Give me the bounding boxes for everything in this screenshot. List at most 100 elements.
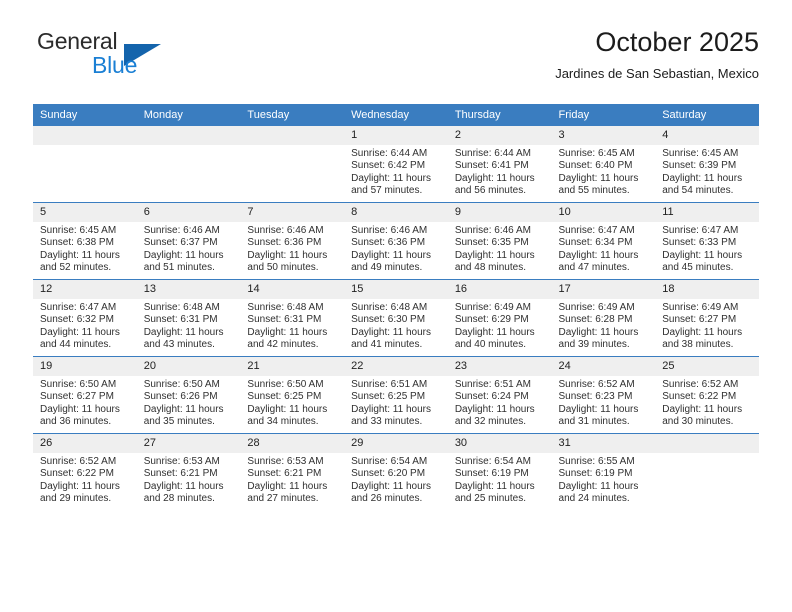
sunrise-text: Sunrise: 6:47 AM bbox=[662, 225, 739, 236]
calendar-day-cell[interactable]: 31 Sunrise: 6:55 AM Sunset: 6:19 PM Dayligh… bbox=[551, 433, 656, 510]
calendar-day-cell[interactable]: 25 Sunrise: 6:52 AM Sunset: 6:22 PM Dayligh… bbox=[655, 356, 759, 434]
sunset-text: Sunset: 6:28 PM bbox=[558, 314, 633, 326]
sunrise-text: Sunrise: 6:49 AM bbox=[454, 302, 531, 313]
sunrise-text: Sunrise: 6:51 AM bbox=[351, 379, 428, 390]
day-number: 31 bbox=[551, 434, 656, 453]
calendar-day-cell[interactable]: 3 Sunrise: 6:45 AM Sunset: 6:40 PM Daylight… bbox=[551, 126, 656, 203]
sunset-text: Sunset: 6:42 PM bbox=[351, 160, 426, 172]
calendar-day-cell[interactable]: 4 Sunrise: 6:45 AM Sunset: 6:39 PM Daylight… bbox=[655, 126, 759, 203]
sunset-text: Sunset: 6:25 PM bbox=[351, 391, 426, 403]
daylight-text-line2: and 25 minutes. bbox=[454, 493, 526, 505]
calendar-day-cell[interactable]: 5 Sunrise: 6:45 AM Sunset: 6:38 PM Daylight… bbox=[33, 202, 137, 280]
sunrise-text: Sunrise: 6:52 AM bbox=[40, 456, 117, 467]
calendar-day-cell[interactable]: 24 Sunrise: 6:52 AM Sunset: 6:23 PM Dayligh… bbox=[551, 356, 656, 434]
calendar-day-cell[interactable]: 23 Sunrise: 6:51 AM Sunset: 6:24 PM Dayligh… bbox=[447, 356, 552, 434]
sunset-text: Sunset: 6:21 PM bbox=[247, 468, 322, 480]
daylight-text-line1: Daylight: 11 hours bbox=[143, 326, 224, 338]
calendar-day-cell[interactable]: 30 Sunrise: 6:54 AM Sunset: 6:19 PM Dayligh… bbox=[447, 433, 552, 510]
sunrise-text: Sunrise: 6:48 AM bbox=[351, 302, 428, 313]
calendar-day-cell[interactable]: 9 Sunrise: 6:46 AM Sunset: 6:35 PM Daylight… bbox=[447, 202, 552, 280]
calendar-week-row: 12 Sunrise: 6:47 AM Sunset: 6:32 PM Dayligh… bbox=[33, 279, 759, 357]
day-details: Sunrise: 6:55 AM Sunset: 6:19 PM Daylight:… bbox=[552, 453, 656, 506]
daylight-text-line1: Daylight: 11 hours bbox=[351, 326, 431, 338]
day-number: 28 bbox=[240, 434, 345, 453]
daylight-text-line1: Daylight: 11 hours bbox=[558, 403, 639, 415]
day-number: 12 bbox=[33, 280, 137, 299]
calendar-day-cell[interactable]: 21 Sunrise: 6:50 AM Sunset: 6:25 PM Dayligh… bbox=[240, 356, 345, 434]
sunrise-text: Sunrise: 6:50 AM bbox=[247, 379, 324, 390]
daylight-text-line1: Daylight: 11 hours bbox=[558, 480, 639, 492]
daylight-text-line1: Daylight: 11 hours bbox=[247, 480, 328, 492]
day-number: 9 bbox=[447, 203, 552, 222]
sunrise-text: Sunrise: 6:50 AM bbox=[40, 379, 117, 390]
calendar-day-cell[interactable]: 18 Sunrise: 6:49 AM Sunset: 6:27 PM Dayligh… bbox=[655, 279, 759, 357]
calendar-day-cell[interactable]: 6 Sunrise: 6:46 AM Sunset: 6:37 PM Daylight… bbox=[136, 202, 241, 280]
day-number: 11 bbox=[655, 203, 759, 222]
daylight-text-line1: Daylight: 11 hours bbox=[454, 326, 535, 338]
day-number: 10 bbox=[551, 203, 656, 222]
calendar-day-cell[interactable]: 15 Sunrise: 6:48 AM Sunset: 6:30 PM Dayligh… bbox=[344, 279, 448, 357]
sunset-text: Sunset: 6:35 PM bbox=[454, 237, 529, 249]
weekday-header-wednesday: Wednesday bbox=[344, 104, 448, 126]
sunset-text: Sunset: 6:36 PM bbox=[247, 237, 322, 249]
daylight-text-line1: Daylight: 11 hours bbox=[40, 480, 120, 492]
daylight-text-line2: and 43 minutes. bbox=[143, 339, 215, 351]
daylight-text-line2: and 39 minutes. bbox=[558, 339, 630, 351]
calendar-day-cell[interactable]: 13 Sunrise: 6:48 AM Sunset: 6:31 PM Dayligh… bbox=[136, 279, 241, 357]
calendar-day-cell[interactable]: 19 Sunrise: 6:50 AM Sunset: 6:27 PM Dayligh… bbox=[33, 356, 137, 434]
calendar-day-cell[interactable]: 12 Sunrise: 6:47 AM Sunset: 6:32 PM Dayligh… bbox=[33, 279, 137, 357]
daylight-text-line1: Daylight: 11 hours bbox=[662, 249, 743, 261]
calendar-day-cell[interactable]: 7 Sunrise: 6:46 AM Sunset: 6:36 PM Daylight… bbox=[240, 202, 345, 280]
daylight-text-line1: Daylight: 11 hours bbox=[143, 403, 224, 415]
calendar-day-cell[interactable]: 29 Sunrise: 6:54 AM Sunset: 6:20 PM Dayligh… bbox=[344, 433, 448, 510]
weekday-header-sunday: Sunday bbox=[33, 104, 137, 126]
calendar-day-cell[interactable]: 16 Sunrise: 6:49 AM Sunset: 6:29 PM Dayligh… bbox=[447, 279, 552, 357]
day-details: Sunrise: 6:44 AM Sunset: 6:41 PM Daylight:… bbox=[448, 145, 552, 198]
sunrise-text: Sunrise: 6:53 AM bbox=[143, 456, 220, 467]
calendar-day-cell[interactable]: 27 Sunrise: 6:53 AM Sunset: 6:21 PM Dayligh… bbox=[136, 433, 241, 510]
day-details: Sunrise: 6:46 AM Sunset: 6:35 PM Daylight:… bbox=[448, 222, 552, 275]
calendar-day-cell[interactable]: 8 Sunrise: 6:46 AM Sunset: 6:36 PM Daylight… bbox=[344, 202, 448, 280]
day-number: 15 bbox=[344, 280, 448, 299]
calendar-day-cell[interactable]: 22 Sunrise: 6:51 AM Sunset: 6:25 PM Dayligh… bbox=[344, 356, 448, 434]
calendar-day-cell[interactable]: 28 Sunrise: 6:53 AM Sunset: 6:21 PM Dayligh… bbox=[240, 433, 345, 510]
day-details: Sunrise: 6:47 AM Sunset: 6:32 PM Daylight:… bbox=[33, 299, 137, 352]
calendar-day-cell[interactable]: 1 Sunrise: 6:44 AM Sunset: 6:42 PM Daylight… bbox=[344, 126, 448, 203]
sunset-text: Sunset: 6:33 PM bbox=[662, 237, 737, 249]
calendar-day-cell[interactable]: 11 Sunrise: 6:47 AM Sunset: 6:33 PM Dayligh… bbox=[655, 202, 759, 280]
daylight-text-line1: Daylight: 11 hours bbox=[351, 249, 431, 261]
calendar-day-cell[interactable]: 2 Sunrise: 6:44 AM Sunset: 6:41 PM Daylight… bbox=[447, 126, 552, 203]
daylight-text-line2: and 55 minutes. bbox=[558, 185, 630, 197]
sunrise-text: Sunrise: 6:48 AM bbox=[247, 302, 324, 313]
sunrise-text: Sunrise: 6:46 AM bbox=[454, 225, 531, 236]
sunset-text: Sunset: 6:39 PM bbox=[662, 160, 737, 172]
calendar-day-cell[interactable]: 14 Sunrise: 6:48 AM Sunset: 6:31 PM Dayligh… bbox=[240, 279, 345, 357]
day-number bbox=[33, 126, 137, 145]
calendar-day-cell[interactable]: 20 Sunrise: 6:50 AM Sunset: 6:26 PM Dayligh… bbox=[136, 356, 241, 434]
day-number: 27 bbox=[136, 434, 241, 453]
calendar-day-cell[interactable]: 17 Sunrise: 6:49 AM Sunset: 6:28 PM Dayligh… bbox=[551, 279, 656, 357]
day-details: Sunrise: 6:49 AM Sunset: 6:29 PM Daylight:… bbox=[448, 299, 552, 352]
daylight-text-line2: and 50 minutes. bbox=[247, 262, 319, 274]
daylight-text-line1: Daylight: 11 hours bbox=[247, 326, 328, 338]
day-details: Sunrise: 6:48 AM Sunset: 6:30 PM Daylight:… bbox=[344, 299, 448, 352]
daylight-text-line1: Daylight: 11 hours bbox=[662, 326, 743, 338]
daylight-text-line2: and 52 minutes. bbox=[40, 262, 112, 274]
daylight-text-line2: and 28 minutes. bbox=[143, 493, 215, 505]
sunrise-text: Sunrise: 6:54 AM bbox=[351, 456, 428, 467]
day-number bbox=[136, 126, 241, 145]
sunrise-text: Sunrise: 6:52 AM bbox=[558, 379, 635, 390]
sunset-text: Sunset: 6:27 PM bbox=[662, 314, 737, 326]
day-number: 16 bbox=[447, 280, 552, 299]
daylight-text-line1: Daylight: 11 hours bbox=[454, 172, 535, 184]
calendar-day-cell[interactable]: 10 Sunrise: 6:47 AM Sunset: 6:34 PM Dayligh… bbox=[551, 202, 656, 280]
daylight-text-line2: and 42 minutes. bbox=[247, 339, 319, 351]
title-block: October 2025 Jardines de San Sebastian, … bbox=[555, 26, 759, 82]
sunset-text: Sunset: 6:36 PM bbox=[351, 237, 426, 249]
calendar-day-cell[interactable]: 26 Sunrise: 6:52 AM Sunset: 6:22 PM Dayligh… bbox=[33, 433, 137, 510]
daylight-text-line2: and 49 minutes. bbox=[351, 262, 423, 274]
daylight-text-line2: and 56 minutes. bbox=[454, 185, 526, 197]
day-details: Sunrise: 6:54 AM Sunset: 6:19 PM Daylight:… bbox=[448, 453, 552, 506]
daylight-text-line2: and 24 minutes. bbox=[558, 493, 630, 505]
general-blue-logo[interactable]: General Blue bbox=[33, 26, 233, 84]
